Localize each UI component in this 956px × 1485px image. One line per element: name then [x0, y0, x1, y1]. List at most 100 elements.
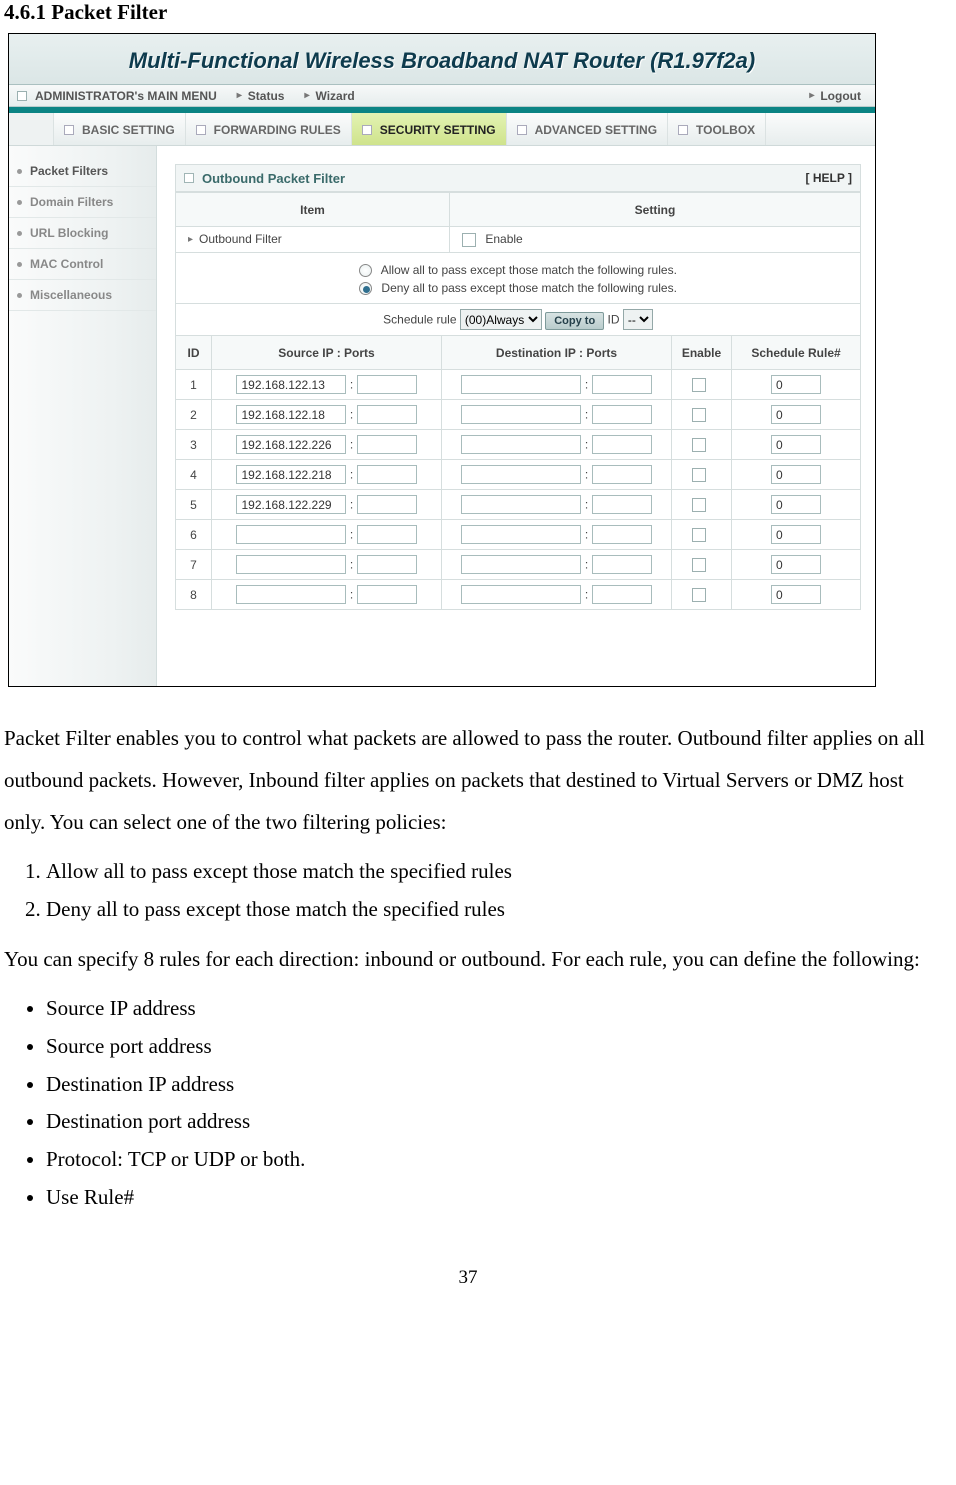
destination-ip-input[interactable]	[461, 405, 581, 424]
router-screenshot-frame: Multi-Functional Wireless Broadband NAT …	[8, 33, 876, 687]
sidebar-item-domain-filters[interactable]: Domain Filters	[9, 187, 156, 218]
radio-deny[interactable]	[359, 282, 372, 295]
square-icon	[196, 125, 206, 135]
destination-port-input[interactable]	[592, 435, 652, 454]
cell-id: 5	[176, 490, 212, 520]
tab-basic-setting[interactable]: BASIC SETTING	[53, 113, 186, 145]
schedule-rule-input[interactable]	[771, 465, 821, 484]
schedule-rule-input[interactable]	[771, 585, 821, 604]
row-enable-checkbox[interactable]	[692, 438, 706, 452]
nav-wizard[interactable]: Wizard	[316, 89, 355, 103]
th-schedule-rule: Schedule Rule#	[732, 336, 861, 370]
help-link[interactable]: [ HELP ]	[806, 171, 852, 185]
cell-id: 6	[176, 520, 212, 550]
destination-port-input[interactable]	[592, 555, 652, 574]
schedule-rule-select[interactable]: (00)Always	[460, 309, 542, 330]
source-ip-input[interactable]	[236, 495, 346, 514]
sidebar-item-miscellaneous[interactable]: Miscellaneous	[9, 280, 156, 311]
schedule-rule-input[interactable]	[771, 495, 821, 514]
cell-id: 8	[176, 580, 212, 610]
source-ip-input[interactable]	[236, 435, 346, 454]
row-enable-checkbox[interactable]	[692, 468, 706, 482]
source-port-input[interactable]	[357, 495, 417, 514]
destination-ip-input[interactable]	[461, 465, 581, 484]
cell-id: 7	[176, 550, 212, 580]
row-enable-checkbox[interactable]	[692, 558, 706, 572]
source-port-input[interactable]	[357, 405, 417, 424]
source-port-input[interactable]	[357, 585, 417, 604]
square-icon	[64, 125, 74, 135]
paragraph-2: You can specify 8 rules for each directi…	[4, 938, 928, 980]
sidebar-item-url-blocking[interactable]: URL Blocking	[9, 218, 156, 249]
id-select[interactable]: --	[623, 309, 653, 330]
row-enable-checkbox[interactable]	[692, 498, 706, 512]
row-enable-checkbox[interactable]	[692, 408, 706, 422]
source-ip-input[interactable]	[236, 465, 346, 484]
tab-advanced-setting[interactable]: ADVANCED SETTING	[507, 113, 668, 145]
row-enable-checkbox[interactable]	[692, 588, 706, 602]
schedule-rule-input[interactable]	[771, 525, 821, 544]
destination-port-input[interactable]	[592, 495, 652, 514]
enable-checkbox[interactable]	[462, 233, 476, 247]
table-row: 5 : :	[176, 490, 861, 520]
destination-ip-input[interactable]	[461, 555, 581, 574]
radio-deny-label: Deny all to pass except those match the …	[381, 281, 677, 295]
destination-port-input[interactable]	[592, 405, 652, 424]
destination-ip-input[interactable]	[461, 495, 581, 514]
schedule-rule-input[interactable]	[771, 405, 821, 424]
destination-port-input[interactable]	[592, 465, 652, 484]
caret-icon: ▸	[809, 90, 814, 101]
square-icon	[362, 125, 372, 135]
destination-ip-input[interactable]	[461, 375, 581, 394]
table-row: 6 : :	[176, 520, 861, 550]
th-setting: Setting	[450, 193, 861, 227]
th-item: Item	[176, 193, 450, 227]
source-ip-input[interactable]	[236, 555, 346, 574]
destination-port-input[interactable]	[592, 375, 652, 394]
list-item: Destination IP address	[46, 1066, 928, 1104]
tab-toolbox[interactable]: TOOLBOX	[668, 113, 766, 145]
schedule-rule-input[interactable]	[771, 555, 821, 574]
source-ip-input[interactable]	[236, 585, 346, 604]
sidebar-item-packet-filters[interactable]: Packet Filters	[9, 156, 156, 187]
schedule-rule-input[interactable]	[771, 435, 821, 454]
destination-ip-input[interactable]	[461, 585, 581, 604]
destination-ip-input[interactable]	[461, 435, 581, 454]
admin-menu-label: ADMINISTRATOR's MAIN MENU	[35, 89, 217, 103]
destination-ip-input[interactable]	[461, 525, 581, 544]
id-label: ID	[608, 313, 620, 327]
destination-port-input[interactable]	[592, 585, 652, 604]
source-port-input[interactable]	[357, 525, 417, 544]
config-table-top: Item Setting Outbound Filter Enable	[175, 192, 861, 336]
schedule-rule-input[interactable]	[771, 375, 821, 394]
nav-status[interactable]: Status	[248, 89, 285, 103]
tab-forwarding-rules[interactable]: FORWARDING RULES	[186, 113, 352, 145]
source-port-input[interactable]	[357, 435, 417, 454]
source-port-input[interactable]	[357, 555, 417, 574]
paragraph-1: Packet Filter enables you to control wha…	[4, 717, 928, 843]
sidebar-item-mac-control[interactable]: MAC Control	[9, 249, 156, 280]
source-ip-input[interactable]	[236, 525, 346, 544]
source-ip-input[interactable]	[236, 375, 346, 394]
nav-logout[interactable]: Logout	[820, 89, 861, 103]
source-port-input[interactable]	[357, 465, 417, 484]
panel-title: Outbound Packet Filter	[202, 171, 345, 186]
list-item: Deny all to pass except those match the …	[46, 891, 928, 929]
row-enable-checkbox[interactable]	[692, 378, 706, 392]
schedule-rule-label: Schedule rule	[383, 313, 456, 327]
radio-allow[interactable]	[359, 264, 372, 277]
policy-list: Allow all to pass except those match the…	[46, 853, 928, 928]
destination-port-input[interactable]	[592, 525, 652, 544]
fields-list: Source IP address Source port address De…	[46, 990, 928, 1216]
tab-label: FORWARDING RULES	[214, 123, 341, 137]
square-icon	[17, 91, 27, 101]
source-ip-input[interactable]	[236, 405, 346, 424]
tab-label: BASIC SETTING	[82, 123, 175, 137]
outbound-filter-label: Outbound Filter	[182, 232, 443, 246]
th-destination: Destination IP : Ports	[442, 336, 672, 370]
cell-id: 3	[176, 430, 212, 460]
tab-security-setting[interactable]: SECURITY SETTING	[352, 113, 507, 145]
copy-to-button[interactable]: Copy to	[545, 312, 604, 330]
source-port-input[interactable]	[357, 375, 417, 394]
row-enable-checkbox[interactable]	[692, 528, 706, 542]
